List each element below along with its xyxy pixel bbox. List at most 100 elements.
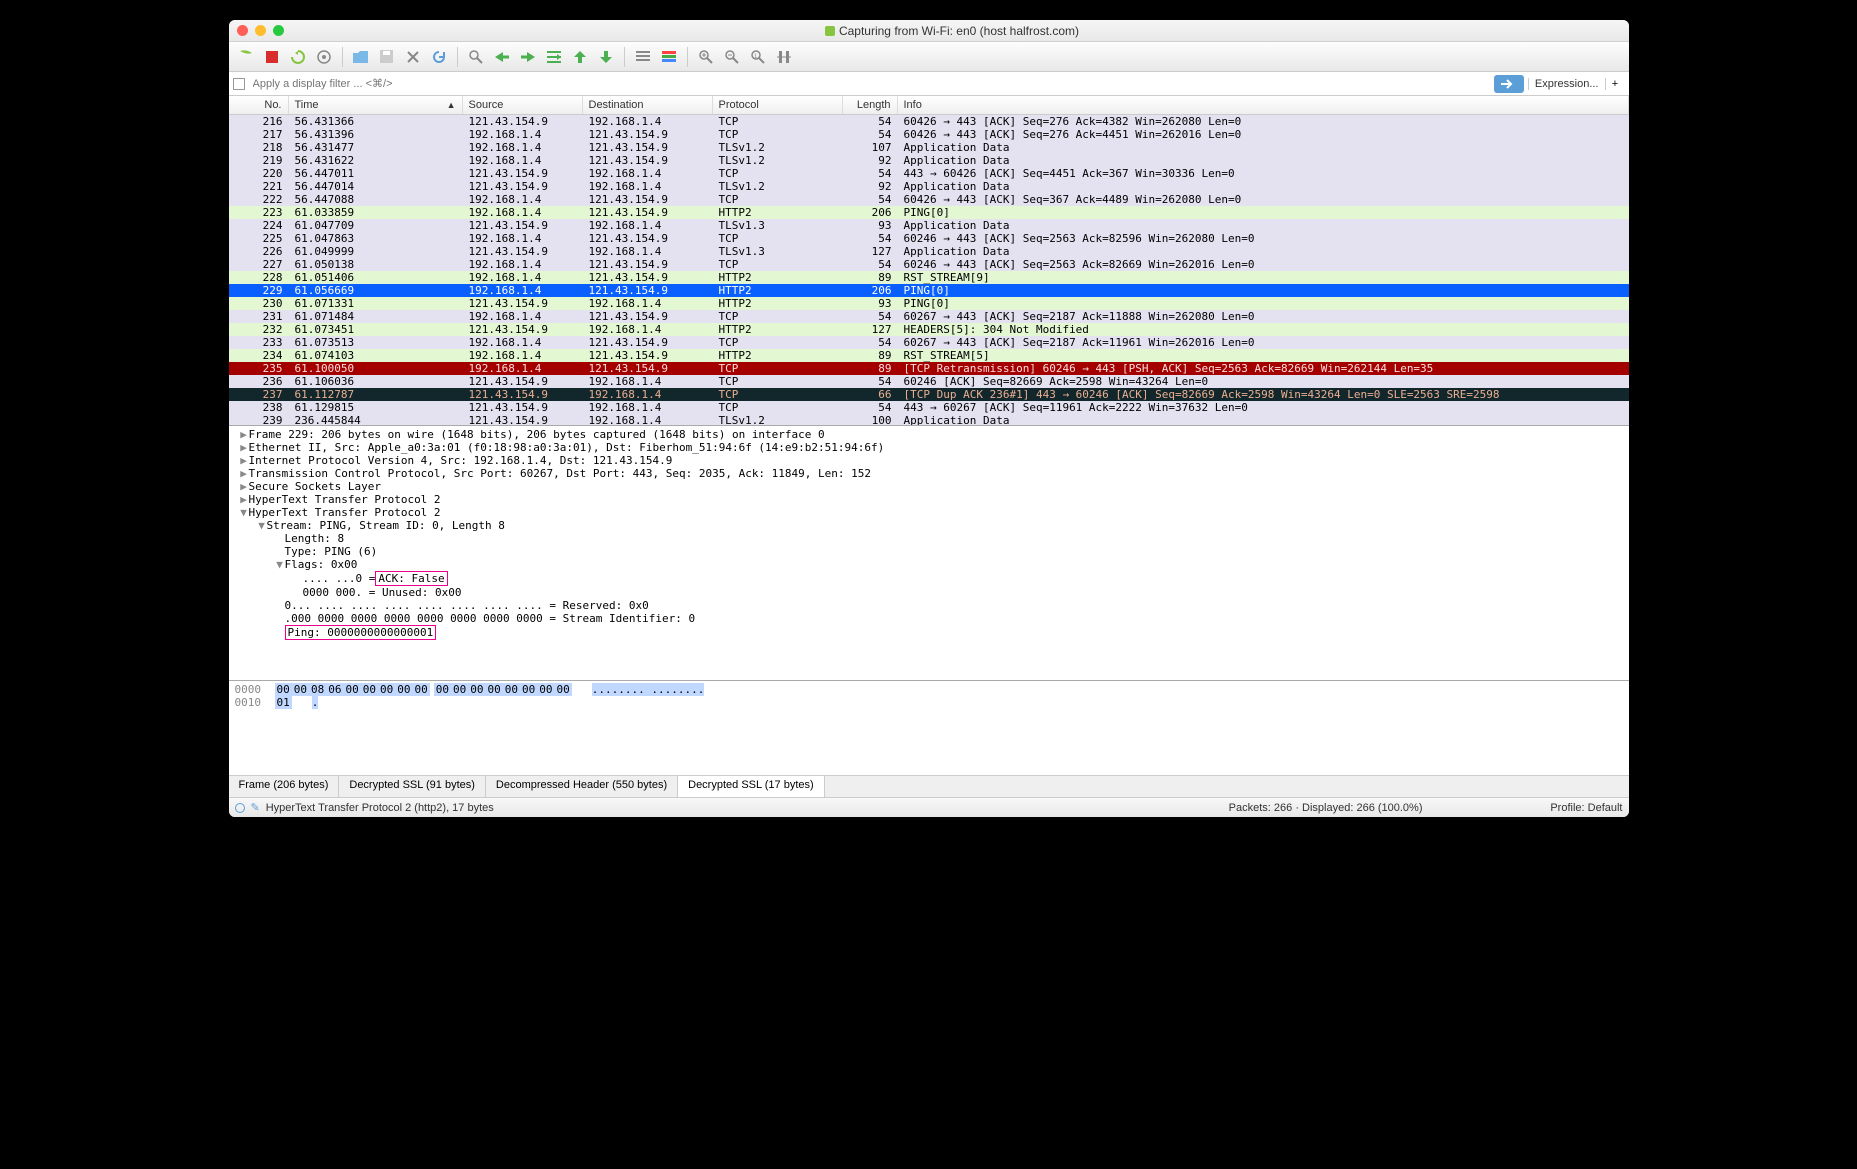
window-controls <box>237 25 284 36</box>
prev-packet-button[interactable] <box>491 46 513 68</box>
detail-line[interactable]: .... ...0 = ACK: False <box>229 571 1629 586</box>
zoom-out-button[interactable] <box>721 46 743 68</box>
detail-line[interactable]: ▶Frame 229: 206 bytes on wire (1648 bits… <box>229 428 1629 441</box>
table-row[interactable]: 21856.431477192.168.1.4121.43.154.9TLSv1… <box>229 141 1629 154</box>
detail-line[interactable]: ▼Flags: 0x00 <box>229 558 1629 571</box>
minimize-icon[interactable] <box>255 25 266 36</box>
close-file-button[interactable] <box>402 46 424 68</box>
colorize-button[interactable] <box>658 46 680 68</box>
table-row[interactable]: 23261.073451121.43.154.9192.168.1.4HTTP2… <box>229 323 1629 336</box>
save-file-button[interactable] <box>376 46 398 68</box>
find-packet-button[interactable] <box>465 46 487 68</box>
table-row[interactable]: 23861.129815121.43.154.9192.168.1.4TCP54… <box>229 401 1629 414</box>
detail-line[interactable]: ▶HyperText Transfer Protocol 2 <box>229 493 1629 506</box>
detail-line[interactable]: ▼HyperText Transfer Protocol 2 <box>229 506 1629 519</box>
status-center-text: Packets: 266 · Displayed: 266 (100.0%) <box>1229 802 1423 814</box>
table-row[interactable]: 22761.050138192.168.1.4121.43.154.9TCP54… <box>229 258 1629 271</box>
close-icon[interactable] <box>237 25 248 36</box>
table-row[interactable]: 22156.447014121.43.154.9192.168.1.4TLSv1… <box>229 180 1629 193</box>
zoom-in-button[interactable] <box>695 46 717 68</box>
col-source[interactable]: Source <box>463 96 583 114</box>
first-packet-button[interactable] <box>569 46 591 68</box>
resize-columns-button[interactable] <box>773 46 795 68</box>
titlebar: Capturing from Wi-Fi: en0 (host halfrost… <box>229 20 1629 42</box>
jump-to-button[interactable] <box>543 46 565 68</box>
edit-icon[interactable]: ✎ <box>251 801 260 814</box>
packet-bytes[interactable]: 0000000008060000000000 0000000000000000.… <box>229 680 1629 775</box>
col-no[interactable]: No. <box>229 96 289 114</box>
status-left-text: HyperText Transfer Protocol 2 (http2), 1… <box>266 802 494 814</box>
bookmark-icon[interactable] <box>233 78 245 90</box>
zoom-icon[interactable] <box>273 25 284 36</box>
expert-info-icon[interactable] <box>235 803 245 813</box>
col-length[interactable]: Length <box>843 96 898 114</box>
capture-options-button[interactable] <box>313 46 335 68</box>
add-filter-button[interactable]: + <box>1605 78 1625 90</box>
sort-asc-icon: ▲ <box>447 100 456 110</box>
detail-line[interactable]: Type: PING (6) <box>229 545 1629 558</box>
table-row[interactable]: 22256.447088192.168.1.4121.43.154.9TCP54… <box>229 193 1629 206</box>
table-row[interactable]: 23561.100050192.168.1.4121.43.154.9TCP89… <box>229 362 1629 375</box>
hex-row[interactable]: 001001. <box>235 696 1623 709</box>
table-row[interactable]: 23161.071484192.168.1.4121.43.154.9TCP54… <box>229 310 1629 323</box>
open-file-button[interactable] <box>350 46 372 68</box>
hex-row[interactable]: 0000000008060000000000 0000000000000000.… <box>235 683 1623 696</box>
status-profile[interactable]: Profile: Default <box>1423 802 1623 814</box>
col-time[interactable]: Time▲ <box>289 96 463 114</box>
table-row[interactable]: 21956.431622192.168.1.4121.43.154.9TLSv1… <box>229 154 1629 167</box>
col-protocol[interactable]: Protocol <box>713 96 843 114</box>
table-row[interactable]: 23761.112787121.43.154.9192.168.1.4TCP66… <box>229 388 1629 401</box>
next-packet-button[interactable] <box>517 46 539 68</box>
apply-filter-button[interactable] <box>1494 75 1524 93</box>
zoom-reset-button[interactable]: 1 <box>747 46 769 68</box>
stop-capture-button[interactable] <box>261 46 283 68</box>
detail-line[interactable]: ▶Transmission Control Protocol, Src Port… <box>229 467 1629 480</box>
detail-line[interactable]: 0... .... .... .... .... .... .... .... … <box>229 599 1629 612</box>
table-row[interactable]: 22461.047709121.43.154.9192.168.1.4TLSv1… <box>229 219 1629 232</box>
bytes-tab[interactable]: Decrypted SSL (91 bytes) <box>339 776 486 797</box>
status-bar: ✎ HyperText Transfer Protocol 2 (http2),… <box>229 797 1629 817</box>
table-row[interactable]: 23361.073513192.168.1.4121.43.154.9TCP54… <box>229 336 1629 349</box>
last-packet-button[interactable] <box>595 46 617 68</box>
table-row[interactable]: 22961.056669192.168.1.4121.43.154.9HTTP2… <box>229 284 1629 297</box>
detail-line[interactable]: .000 0000 0000 0000 0000 0000 0000 0000 … <box>229 612 1629 625</box>
restart-capture-button[interactable] <box>287 46 309 68</box>
detail-line[interactable]: ▶Ethernet II, Src: Apple_a0:3a:01 (f0:18… <box>229 441 1629 454</box>
packet-details[interactable]: ▶Frame 229: 206 bytes on wire (1648 bits… <box>229 425 1629 680</box>
table-row[interactable]: 23061.071331121.43.154.9192.168.1.4HTTP2… <box>229 297 1629 310</box>
start-capture-button[interactable] <box>235 46 257 68</box>
col-info[interactable]: Info <box>898 96 1629 114</box>
detail-line[interactable]: Length: 8 <box>229 532 1629 545</box>
auto-scroll-button[interactable] <box>632 46 654 68</box>
col-destination[interactable]: Destination <box>583 96 713 114</box>
detail-line[interactable]: ▶Secure Sockets Layer <box>229 480 1629 493</box>
table-row[interactable]: 22056.447011121.43.154.9192.168.1.4TCP54… <box>229 167 1629 180</box>
packet-list-header: No. Time▲ Source Destination Protocol Le… <box>229 96 1629 115</box>
table-row[interactable]: 21756.431396192.168.1.4121.43.154.9TCP54… <box>229 128 1629 141</box>
bytes-tab[interactable]: Frame (206 bytes) <box>229 776 340 797</box>
table-row[interactable]: 23461.074103192.168.1.4121.43.154.9HTTP2… <box>229 349 1629 362</box>
detail-line[interactable]: Ping: 0000000000000001 <box>229 625 1629 640</box>
expression-button[interactable]: Expression... <box>1528 78 1605 90</box>
bytes-tab[interactable]: Decompressed Header (550 bytes) <box>486 776 678 797</box>
app-window: Capturing from Wi-Fi: en0 (host halfrost… <box>229 20 1629 817</box>
detail-line[interactable]: ▶Internet Protocol Version 4, Src: 192.1… <box>229 454 1629 467</box>
window-title: Capturing from Wi-Fi: en0 (host halfrost… <box>284 24 1621 38</box>
table-row[interactable]: 22361.033859192.168.1.4121.43.154.9HTTP2… <box>229 206 1629 219</box>
table-row[interactable]: 239236.445844121.43.154.9192.168.1.4TLSv… <box>229 414 1629 425</box>
display-filter-input[interactable] <box>249 76 1490 92</box>
table-row[interactable]: 21656.431366121.43.154.9192.168.1.4TCP54… <box>229 115 1629 128</box>
table-row[interactable]: 22861.051406192.168.1.4121.43.154.9HTTP2… <box>229 271 1629 284</box>
wireshark-icon <box>825 26 835 36</box>
reload-button[interactable] <box>428 46 450 68</box>
table-row[interactable]: 22561.047863192.168.1.4121.43.154.9TCP54… <box>229 232 1629 245</box>
bytes-tabs: Frame (206 bytes)Decrypted SSL (91 bytes… <box>229 775 1629 797</box>
packet-list[interactable]: 21656.431366121.43.154.9192.168.1.4TCP54… <box>229 115 1629 425</box>
filter-bar: Expression... + <box>229 72 1629 96</box>
table-row[interactable]: 22661.049999121.43.154.9192.168.1.4TLSv1… <box>229 245 1629 258</box>
table-row[interactable]: 23661.106036121.43.154.9192.168.1.4TCP54… <box>229 375 1629 388</box>
bytes-tab[interactable]: Decrypted SSL (17 bytes) <box>678 776 825 797</box>
detail-line[interactable]: ▼Stream: PING, Stream ID: 0, Length 8 <box>229 519 1629 532</box>
detail-line[interactable]: 0000 000. = Unused: 0x00 <box>229 586 1629 599</box>
main-toolbar: 1 <box>229 42 1629 72</box>
